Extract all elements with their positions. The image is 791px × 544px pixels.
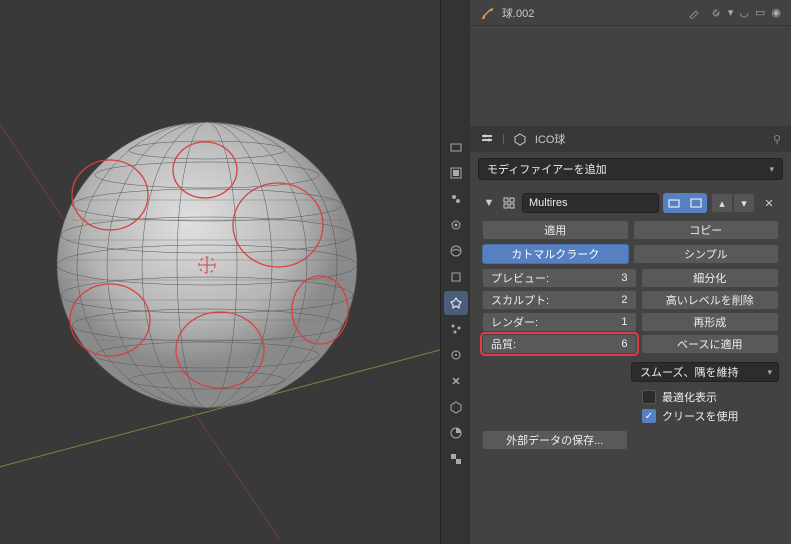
options-icon[interactable] xyxy=(480,132,494,146)
simple-button[interactable]: シンプル xyxy=(633,244,780,264)
breadcrumb: | ICO球 ⚲ xyxy=(470,126,791,152)
tab-texture[interactable] xyxy=(444,447,468,471)
tab-render[interactable] xyxy=(444,135,468,159)
use-crease-label: クリースを使用 xyxy=(662,408,738,424)
delete-higher-button[interactable]: 高いレベルを削除 xyxy=(641,290,780,310)
expand-toggle[interactable]: ▼ xyxy=(482,197,496,209)
object-bone-icon xyxy=(480,6,494,20)
preview-field[interactable]: プレビュー: 3 xyxy=(482,268,637,288)
breadcrumb-object[interactable]: ICO球 xyxy=(535,131,566,147)
tab-scene[interactable] xyxy=(444,213,468,237)
tab-output[interactable] xyxy=(444,161,468,185)
multires-icon xyxy=(500,194,518,212)
copy-button[interactable]: コピー xyxy=(633,220,780,240)
tab-physics[interactable] xyxy=(444,343,468,367)
breadcrumb-sep: | xyxy=(502,133,505,145)
move-down-button[interactable]: ▾ xyxy=(733,193,755,213)
move-up-button[interactable]: ▴ xyxy=(711,193,733,213)
tab-object[interactable] xyxy=(444,265,468,289)
outliner-header: 球.002 ▾ ◡ ▭ ◉ xyxy=(470,0,791,26)
object-name[interactable]: 球.002 xyxy=(502,5,680,21)
tab-viewlayer[interactable] xyxy=(444,187,468,211)
tab-modifiers[interactable] xyxy=(444,291,468,315)
add-modifier-label: モディファイアーを追加 xyxy=(487,161,607,177)
filter-restrict-render[interactable]: ◉ xyxy=(771,6,781,19)
quality-field[interactable]: 品質: 6 xyxy=(482,334,637,354)
eyedropper-icon[interactable] xyxy=(688,7,700,19)
use-crease-checkbox[interactable]: ✓ xyxy=(642,409,656,423)
uv-smooth-dropdown[interactable]: スムーズ、隅を維持 xyxy=(631,362,779,382)
apply-button[interactable]: 適用 xyxy=(482,220,629,240)
display-render-icon[interactable] xyxy=(663,193,685,213)
tab-particles[interactable] xyxy=(444,317,468,341)
tab-mesh[interactable] xyxy=(444,395,468,419)
pin-icon[interactable]: ⚲ xyxy=(773,133,781,146)
properties-tab-strip xyxy=(440,0,470,544)
tab-material[interactable] xyxy=(444,421,468,445)
tab-constraints[interactable] xyxy=(444,369,468,393)
display-viewport-icon[interactable] xyxy=(685,193,707,213)
render-field[interactable]: レンダー: 1 xyxy=(482,312,637,332)
tab-world[interactable] xyxy=(444,239,468,263)
apply-base-button[interactable]: ベースに適用 xyxy=(641,334,780,354)
delete-modifier-button[interactable]: ✕ xyxy=(759,193,779,213)
modifier-multires: ▼ Multires ▴ ▾ ✕ 適用 コピー カトマルクラーク シンプル プレ… xyxy=(478,190,783,454)
properties-panel: 球.002 ▾ ◡ ▭ ◉ | ICO球 ⚲ モディファイアーを追加 ▼ Mul… xyxy=(470,0,791,544)
cursor-3d xyxy=(199,257,215,273)
optimal-display-checkbox[interactable] xyxy=(642,390,656,404)
optimal-display-label: 最適化表示 xyxy=(662,389,717,405)
modifier-name-field[interactable]: Multires xyxy=(522,193,659,213)
reshape-button[interactable]: 再形成 xyxy=(641,312,780,332)
add-modifier-dropdown[interactable]: モディファイアーを追加 xyxy=(478,158,783,180)
save-external-button[interactable]: 外部データの保存... xyxy=(482,430,628,450)
filter-restrict-select[interactable]: ◡ xyxy=(739,6,749,19)
subdivide-button[interactable]: 細分化 xyxy=(641,268,780,288)
cursor-icon[interactable]: ▾ xyxy=(728,6,734,19)
wrench-icon[interactable] xyxy=(708,7,720,19)
catmull-clark-button[interactable]: カトマルクラーク xyxy=(482,244,629,264)
filter-restrict-view[interactable]: ▭ xyxy=(755,6,765,19)
sculpt-field[interactable]: スカルプト: 2 xyxy=(482,290,637,310)
mesh-icon xyxy=(513,132,527,146)
viewport-3d[interactable] xyxy=(0,0,440,544)
